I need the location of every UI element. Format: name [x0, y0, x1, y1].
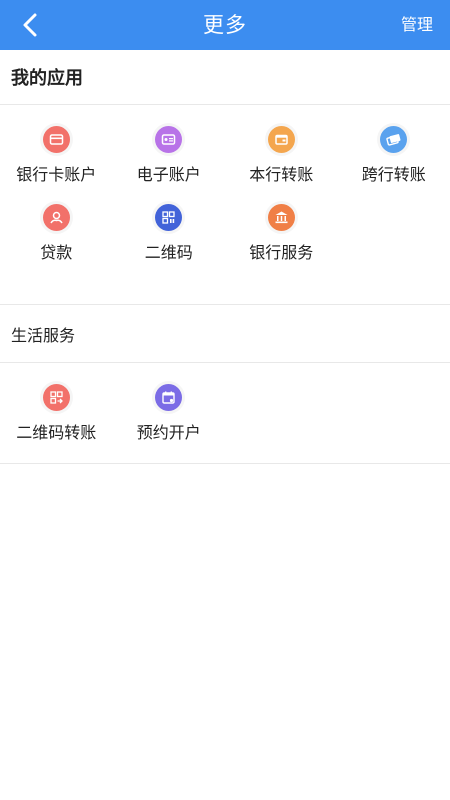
life-services-grid: 二维码转账 预约开户 [0, 363, 450, 464]
qr-transfer-icon [42, 384, 70, 411]
life-services-heading: 生活服务 [0, 305, 450, 363]
my-apps-grid: 银行卡账户 电子账户 本行转账 跨行转账 贷款 二维码 银行服务 [0, 105, 450, 305]
app-label: 银行服务 [249, 243, 314, 262]
app-qr-code[interactable]: 二维码 [113, 204, 226, 282]
qr-code-icon [155, 204, 183, 231]
app-label: 预约开户 [136, 423, 201, 442]
app-label: 本行转账 [249, 165, 314, 184]
app-loan[interactable]: 贷款 [0, 204, 113, 282]
id-card-icon [155, 126, 183, 153]
app-label: 电子账户 [136, 165, 201, 184]
app-appointment-account[interactable]: 预约开户 [113, 384, 226, 462]
cards-icon [380, 126, 408, 153]
app-label: 贷款 [40, 243, 73, 262]
app-label: 二维码转账 [16, 423, 97, 442]
app-label: 跨行转账 [361, 165, 426, 184]
bank-icon [267, 204, 295, 231]
top-bar: 更多 管理 [0, 0, 450, 50]
page-title: 更多 [203, 13, 247, 37]
loan-icon [42, 204, 70, 231]
my-apps-heading: 我的应用 [0, 50, 450, 105]
card-icon [42, 126, 70, 153]
app-same-bank-transfer[interactable]: 本行转账 [225, 126, 338, 204]
calendar-icon [155, 384, 183, 411]
app-e-account[interactable]: 电子账户 [113, 126, 226, 204]
app-bank-card-account[interactable]: 银行卡账户 [0, 126, 113, 204]
app-bank-services[interactable]: 银行服务 [225, 204, 338, 282]
manage-button[interactable]: 管理 [401, 0, 433, 50]
app-interbank-transfer[interactable]: 跨行转账 [338, 126, 450, 204]
wallet-icon [267, 126, 295, 153]
app-qr-transfer[interactable]: 二维码转账 [0, 384, 113, 462]
app-label: 银行卡账户 [16, 165, 97, 184]
app-label: 二维码 [144, 243, 193, 262]
